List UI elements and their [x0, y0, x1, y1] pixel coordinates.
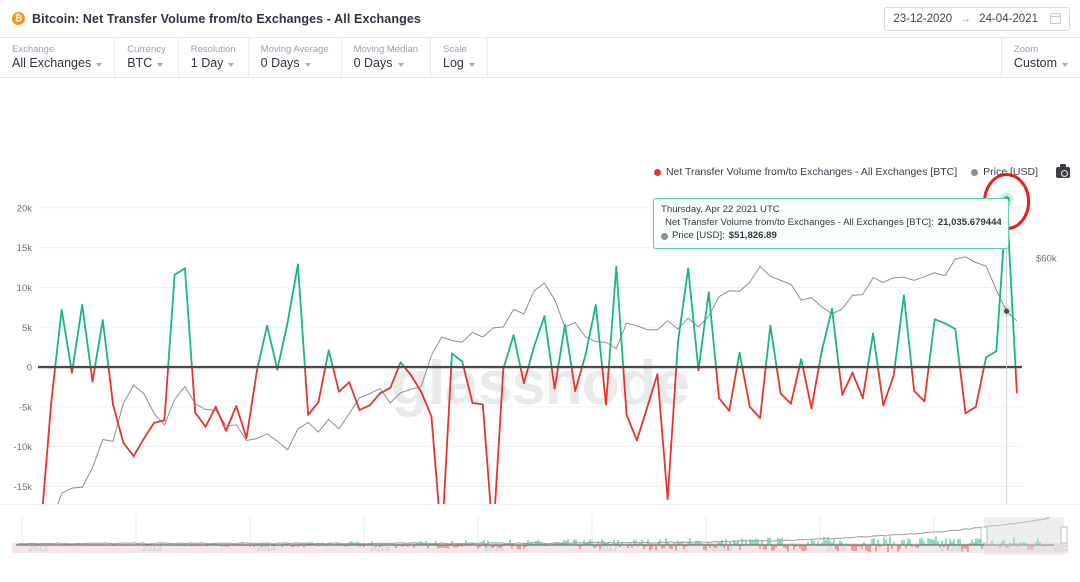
legend-label-netflow: Net Transfer Volume from/to Exchanges - … [665, 166, 958, 178]
chevron-down-icon[interactable] [228, 62, 235, 67]
navigator-handle-left[interactable] [980, 526, 988, 544]
chevron-down-icon[interactable] [304, 62, 311, 67]
chart-legend[interactable]: Net Transfer Volume from/to Exchanges - … [653, 164, 1070, 178]
control-moving-median-text: 0 Days [353, 56, 393, 70]
highlight-marker-price[interactable] [1003, 308, 1010, 314]
y-axis-tick: -5k [19, 402, 32, 413]
y-axis-tick: -15k [14, 482, 33, 493]
legend-item-price[interactable]: Price [USD] [971, 166, 1038, 178]
control-moving-median-value[interactable]: 0 Days [354, 56, 418, 71]
control-resolution-value[interactable]: 1 Day [191, 56, 236, 71]
tooltip-date: Thursday, Apr 22 2021 UTC [661, 204, 780, 215]
control-exchange-value[interactable]: All Exchanges [12, 56, 103, 71]
chart-tooltip: Thursday, Apr 22 2021 UTC Net Transfer V… [653, 198, 1009, 250]
y-axis-tick: 20k [17, 203, 33, 214]
control-resolution-text: 1 Day [190, 56, 224, 70]
tooltip-label-netflow: Net Transfer Volume from/to Exchanges - … [665, 217, 934, 229]
navigator-price-line [18, 517, 1051, 545]
y-axis-tick: 10k [17, 283, 33, 294]
control-currency-label: Currency [127, 44, 166, 55]
control-exchange-label: Exchange [12, 44, 55, 55]
date-from[interactable]: 23-12-2020 [893, 13, 952, 25]
control-zoom-value[interactable]: Custom [1014, 56, 1068, 71]
page-title: Bitcoin: Net Transfer Volume from/to Exc… [32, 11, 421, 26]
control-scale-value[interactable]: Log [443, 56, 475, 71]
navigator-selection[interactable] [984, 517, 1064, 555]
y2-axis-tick: $60k [1036, 254, 1057, 265]
control-scale-text: Log [443, 56, 464, 70]
control-currency-text: BTC [127, 56, 153, 70]
date-to[interactable]: 24-04-2021 [979, 13, 1038, 25]
camera-icon[interactable] [1056, 164, 1070, 178]
control-moving-average-value[interactable]: 0 Days [261, 56, 329, 71]
y-axis-tick: -10k [14, 442, 33, 453]
calendar-icon[interactable] [1050, 13, 1061, 24]
control-resolution[interactable]: Resolution 1 Day [179, 38, 249, 77]
tooltip-row-price: Price [USD]: $51,826.89 [661, 230, 1001, 242]
chevron-down-icon[interactable] [468, 62, 475, 67]
navigator-handle-right[interactable] [1060, 526, 1068, 544]
chart-toolbar: Exchange All Exchanges Currency BTC Reso… [0, 38, 1080, 78]
control-zoom-text: Custom [1013, 56, 1057, 70]
control-moving-median-label: Moving Median [353, 44, 419, 55]
control-currency[interactable]: Currency BTC [115, 38, 179, 77]
control-moving-average-label: Moving Average [260, 44, 329, 55]
tooltip-label-price: Price [USD]: [672, 229, 725, 241]
y-axis-tick: 5k [22, 323, 32, 334]
tooltip-dot-price [661, 232, 668, 240]
app-header: ₿ Bitcoin: Net Transfer Volume from/to E… [0, 0, 1080, 38]
control-zoom-label: Zoom [1013, 44, 1039, 55]
control-exchange-text: All Exchanges [12, 56, 92, 70]
legend-item-netflow[interactable]: Net Transfer Volume from/to Exchanges - … [653, 166, 958, 178]
chevron-down-icon[interactable] [1062, 62, 1068, 67]
control-moving-average[interactable]: Moving Average 0 Days [249, 38, 342, 77]
control-resolution-label: Resolution [190, 44, 236, 55]
date-range-picker[interactable]: 23-12-2020 → 24-04-2021 [884, 6, 1070, 31]
control-scale-label: Scale [443, 44, 467, 55]
chart-navigator[interactable]: 2012201320142015201620172018201920202021 [0, 504, 1080, 582]
chevron-down-icon[interactable] [157, 62, 164, 67]
legend-label-price: Price [USD] [983, 166, 1038, 178]
legend-dot-netflow [653, 168, 661, 176]
date-range-separator: → [960, 12, 972, 25]
control-scale[interactable]: Scale Log [431, 38, 488, 77]
legend-dot-price [971, 168, 979, 176]
control-moving-median[interactable]: Moving Median 0 Days [342, 38, 432, 77]
y-axis-tick: 15k [17, 243, 33, 254]
series-netflow-line [40, 198, 1018, 544]
control-exchange[interactable]: Exchange All Exchanges [0, 38, 116, 77]
chevron-down-icon[interactable] [96, 62, 103, 67]
bitcoin-icon: ₿ [12, 12, 25, 25]
navigator-band[interactable]: 2012201320142015201620172018201920202021 [12, 515, 1068, 557]
control-moving-average-text: 0 Days [260, 56, 300, 70]
tooltip-value-netflow: 21,035.67944452 [937, 217, 1001, 229]
control-currency-value[interactable]: BTC [127, 56, 166, 71]
chevron-down-icon[interactable] [397, 62, 404, 67]
tooltip-value-price: $51,826.89 [728, 229, 777, 241]
y-axis-tick: 0 [27, 363, 32, 374]
control-zoom[interactable]: Zoom Custom [1000, 38, 1080, 77]
tooltip-row-netflow: Net Transfer Volume from/to Exchanges - … [661, 217, 1001, 229]
